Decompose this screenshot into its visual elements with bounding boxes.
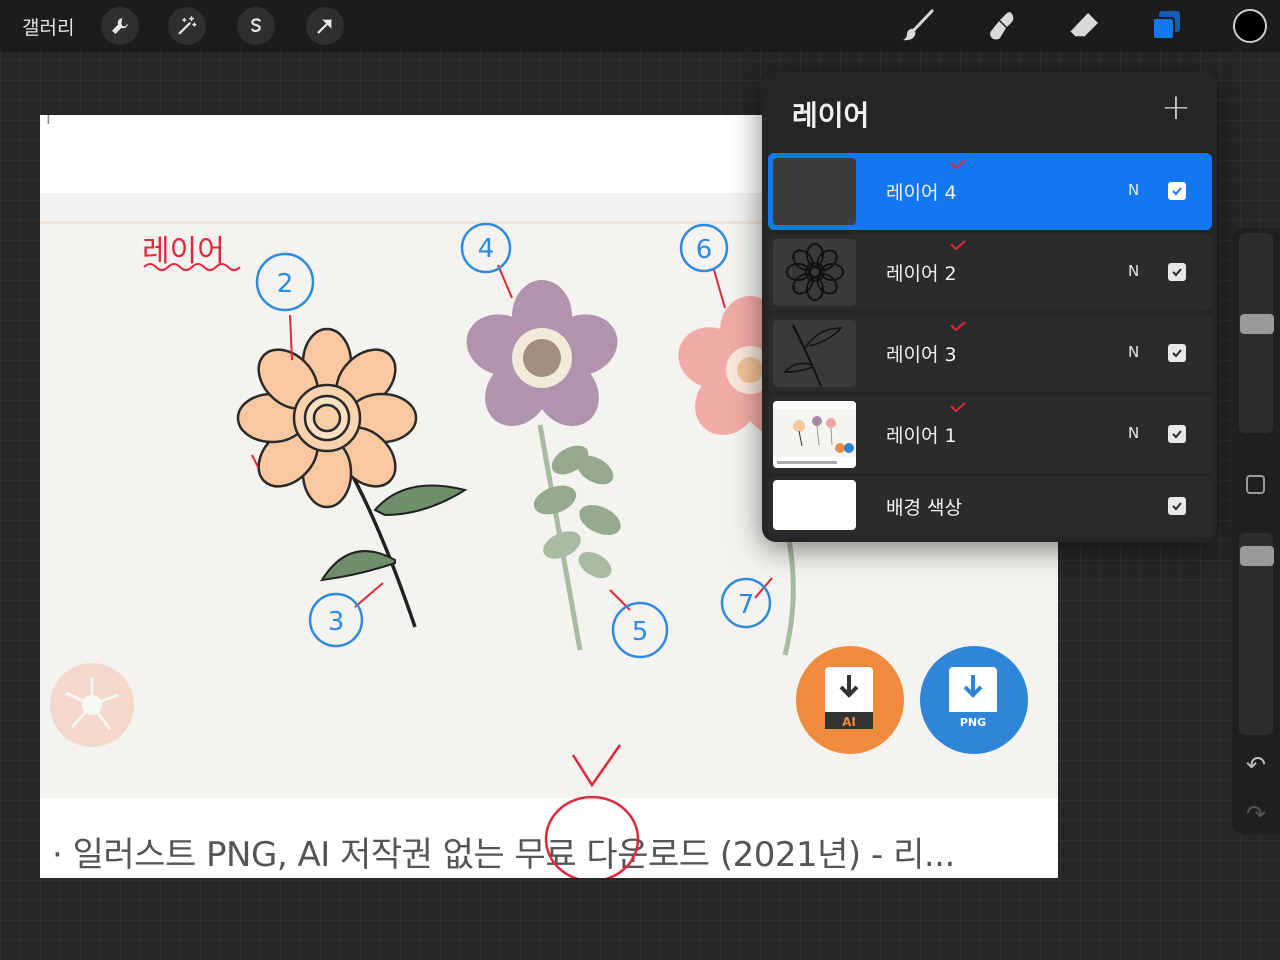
selection-s-icon[interactable]: [237, 7, 275, 45]
add-layer-button[interactable]: +: [1158, 90, 1194, 126]
layer-thumbnail: [773, 320, 856, 387]
handwritten-label: 레이어: [142, 234, 225, 269]
color-picker-icon[interactable]: [1233, 9, 1267, 43]
svg-text:ㅣ: ㅣ: [40, 115, 57, 128]
layers-panel-title: 레이어: [792, 99, 870, 132]
redo-icon[interactable]: ↷: [1242, 800, 1270, 828]
undo-icon[interactable]: ↶: [1242, 751, 1270, 779]
modify-button[interactable]: [1246, 475, 1265, 494]
layer-name[interactable]: 레이어 2: [886, 259, 957, 286]
layer-visibility-checkbox[interactable]: [1168, 425, 1186, 443]
layer-name[interactable]: 레이어 4: [886, 178, 957, 205]
layer-row[interactable]: 레이어 1 N: [768, 396, 1212, 473]
layer-thumbnail: [773, 401, 856, 468]
arrow-transform-icon[interactable]: [306, 7, 344, 45]
layer-visibility-checkbox[interactable]: [1168, 344, 1186, 362]
right-sidebar: ↶ ↷: [1232, 228, 1280, 834]
purple-flower: [466, 280, 621, 651]
svg-text:PNG: PNG: [960, 716, 986, 729]
red-tick-annotation: [950, 402, 966, 413]
layer-visibility-checkbox[interactable]: [1168, 497, 1186, 515]
image-caption: · 일러스트 PNG, AI 저작권 없는 무료 다운로드 (2021년) - …: [52, 835, 955, 875]
blend-mode-button[interactable]: N: [1128, 424, 1139, 442]
gallery-button[interactable]: 갤러리: [22, 13, 74, 40]
background-color-row[interactable]: 배경 색상: [768, 477, 1212, 537]
circled-number-2: 2: [277, 269, 294, 299]
layer-row[interactable]: 레이어 3 N: [768, 315, 1212, 392]
layer-row[interactable]: 레이어 4 N: [768, 153, 1212, 230]
svg-text:AI: AI: [842, 715, 856, 729]
brush-icon[interactable]: [898, 6, 938, 46]
smudge-icon[interactable]: [982, 6, 1022, 46]
top-toolbar: 갤러리: [0, 0, 1280, 52]
red-tick-annotation: [950, 321, 966, 332]
eraser-icon[interactable]: [1064, 6, 1104, 46]
blend-mode-button[interactable]: N: [1128, 343, 1139, 361]
layer-name[interactable]: 레이어 3: [886, 340, 957, 367]
circled-number-7: 7: [738, 590, 755, 620]
circled-number-4: 4: [478, 234, 495, 264]
circled-number-3: 3: [328, 607, 345, 637]
layer-visibility-checkbox[interactable]: [1168, 182, 1186, 200]
blend-mode-button[interactable]: N: [1128, 181, 1139, 199]
orange-flower: [236, 327, 468, 628]
hub-icon: [50, 663, 134, 747]
ai-download-badge: AI: [796, 646, 904, 754]
red-circle-annotation: [544, 744, 640, 878]
wrench-icon[interactable]: [101, 7, 139, 45]
opacity-slider-thumb[interactable]: [1240, 545, 1274, 566]
red-tick-annotation: [950, 159, 966, 170]
layer-thumbnail: [773, 158, 856, 225]
magic-wand-icon[interactable]: [168, 7, 206, 45]
layer-name[interactable]: 배경 색상: [886, 493, 962, 520]
layer-row[interactable]: 레이어 2 N: [768, 234, 1212, 311]
layers-panel: 레이어 + 레이어 4 N 레이어 2 N 레이어 3 N 레이어 1 N 배경…: [762, 72, 1217, 542]
layer-thumbnail: [773, 480, 856, 530]
brush-size-slider-thumb[interactable]: [1240, 314, 1274, 334]
layer-thumbnail: [773, 239, 856, 306]
circled-number-6: 6: [696, 235, 713, 265]
red-tick-annotation: [950, 240, 966, 251]
layer-visibility-checkbox[interactable]: [1168, 263, 1186, 281]
circled-number-5: 5: [632, 617, 649, 647]
layer-name[interactable]: 레이어 1: [886, 421, 957, 448]
layers-icon[interactable]: [1146, 6, 1186, 46]
blend-mode-button[interactable]: N: [1128, 262, 1139, 280]
png-download-badge: PNG: [920, 646, 1028, 754]
